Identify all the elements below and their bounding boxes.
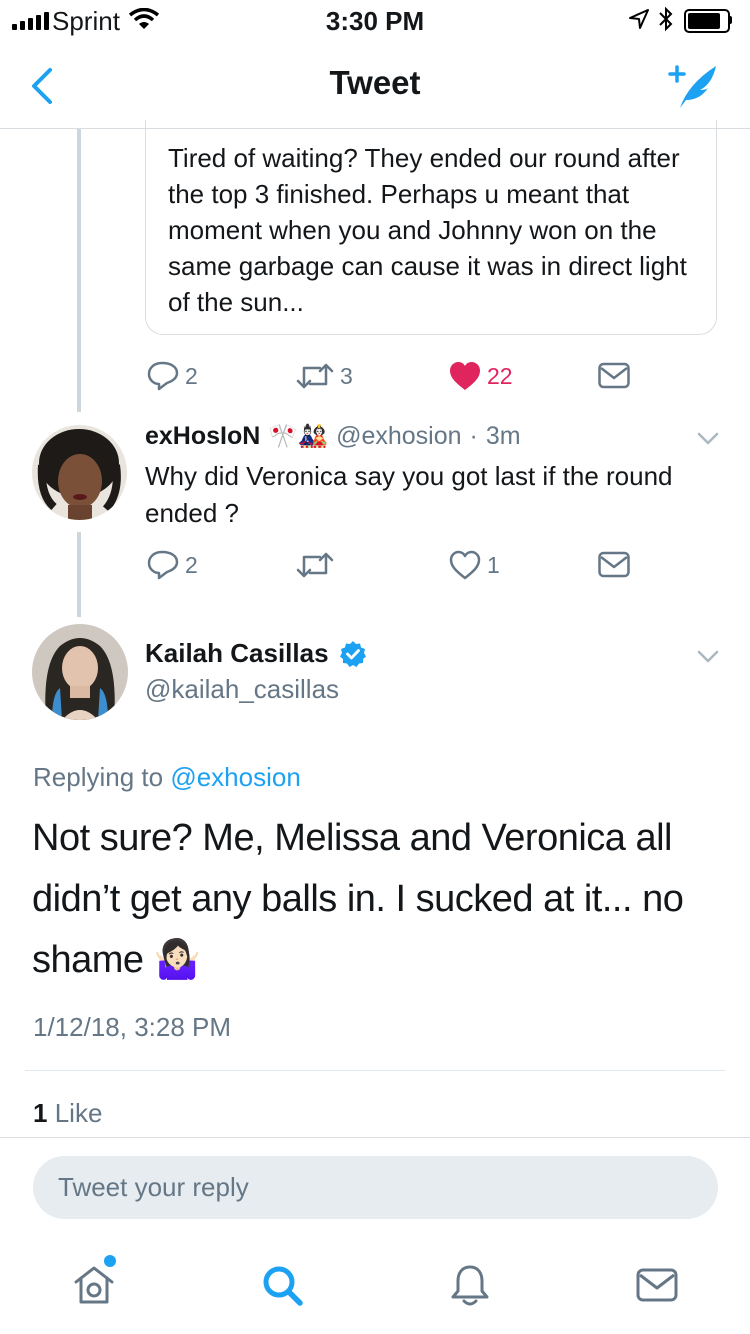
likes-label: Like [54, 1098, 103, 1128]
heart-outline-icon [449, 550, 481, 580]
reply-tweet-header: exHosIoN 🎌🎎 @exhosion · 3m [145, 422, 521, 451]
name-emojis: 🎌🎎 [268, 423, 329, 450]
thread-line [77, 129, 81, 412]
retweet-action[interactable] [296, 550, 340, 580]
tweet-timestamp: 1/12/18, 3:28 PM [33, 1012, 232, 1042]
status-bar: Sprint 3:30 PM [0, 0, 750, 40]
battery-icon [684, 9, 730, 33]
display-name[interactable]: Kailah Casillas [145, 638, 329, 669]
quoted-tweet-text: Tired of waiting? They ended our round a… [168, 143, 687, 317]
avatar-image [32, 624, 128, 720]
replying-to-mention[interactable]: @exhosion [170, 762, 300, 792]
replying-to: Replying to @exhosion [33, 762, 301, 793]
chevron-down-icon[interactable] [697, 650, 719, 664]
search-icon[interactable] [260, 1263, 304, 1307]
divider [25, 1070, 725, 1071]
reply-action[interactable]: 2 [147, 361, 198, 391]
location-arrow-icon [629, 9, 649, 29]
main-tweet-text: Not sure? Me, Melissa and Veronica all d… [32, 817, 684, 981]
like-count: 22 [487, 362, 513, 389]
reply-icon [147, 550, 179, 580]
avatar-image [32, 425, 127, 520]
main-tweet-header: Kailah Casillas [145, 638, 367, 669]
notifications-icon[interactable] [448, 1263, 492, 1307]
home-icon[interactable] [72, 1262, 116, 1306]
reply-icon [147, 361, 179, 391]
retweet-icon [296, 363, 334, 389]
reply-count: 2 [185, 362, 198, 389]
like-count: 1 [487, 551, 500, 578]
verified-badge-icon [339, 640, 366, 667]
chevron-down-icon[interactable] [697, 432, 719, 446]
reply-count: 2 [185, 551, 198, 578]
reply-action[interactable]: 2 [147, 550, 198, 580]
battery-tip [729, 16, 732, 24]
home-notification-dot [104, 1255, 116, 1267]
mail-icon [598, 551, 630, 578]
retweet-action[interactable]: 3 [296, 361, 353, 391]
thread-line [77, 532, 81, 617]
user-handle[interactable]: @kailah_casillas [145, 674, 339, 705]
reply-input[interactable] [33, 1156, 718, 1219]
messages-icon[interactable] [635, 1265, 679, 1309]
divider [0, 1137, 750, 1138]
compose-tweet-icon[interactable] [666, 60, 720, 112]
separator-dot: · [469, 422, 478, 450]
like-action[interactable]: 1 [449, 550, 500, 580]
retweet-icon [296, 552, 334, 578]
replying-to-prefix: Replying to [33, 762, 164, 792]
avatar[interactable] [32, 624, 128, 720]
display-name[interactable]: exHosIoN [145, 422, 260, 451]
mail-icon [598, 362, 630, 389]
likes-count: 1 [33, 1098, 48, 1128]
heart-filled-icon [450, 362, 480, 390]
likes-summary[interactable]: 1 Like [33, 1098, 102, 1129]
user-handle[interactable]: @exhosion [336, 422, 461, 451]
share-action[interactable] [598, 362, 630, 390]
avatar[interactable] [32, 425, 127, 520]
tweet-age: 3m [485, 422, 521, 450]
like-action[interactable]: 22 [449, 361, 513, 391]
bluetooth-icon [659, 6, 673, 32]
share-action[interactable] [598, 551, 630, 579]
page-title: Tweet [329, 64, 421, 101]
retweet-count: 3 [340, 362, 353, 389]
reply-tweet-text: Why did Veronica say you got last if the… [145, 461, 673, 528]
